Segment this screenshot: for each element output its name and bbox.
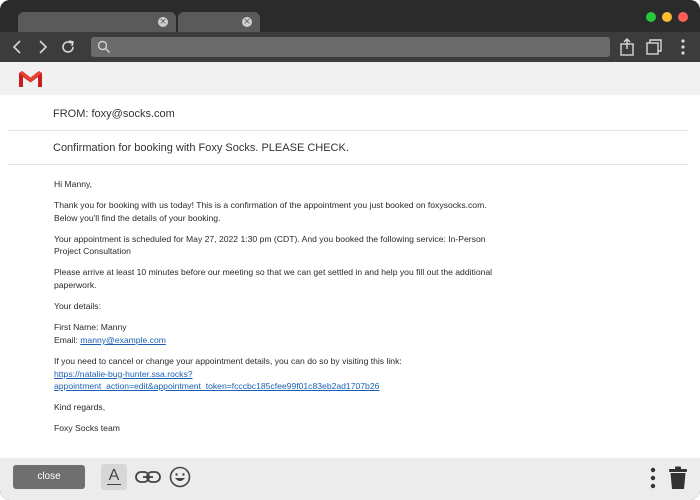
link-icon[interactable]	[134, 466, 162, 488]
email-address-link[interactable]: manny@example.com	[80, 335, 166, 345]
email-view: FROM: foxy@socks.com Confirmation for bo…	[0, 95, 700, 458]
forward-icon[interactable]	[32, 37, 52, 57]
tab-close-icon[interactable]: ×	[242, 17, 252, 27]
email-line: Email: manny@example.com	[54, 334, 502, 347]
back-icon[interactable]	[8, 37, 28, 57]
close-window-button[interactable]	[678, 12, 688, 22]
manage-appointment-link[interactable]: https://natalie-bug-hunter.ssa.rocks?	[54, 369, 193, 379]
compose-toolbar: close A	[0, 458, 700, 500]
browser-toolbar	[0, 32, 700, 62]
signoff: Kind regards,	[54, 402, 106, 413]
gmail-logo-icon[interactable]	[18, 70, 43, 88]
share-icon[interactable]	[617, 37, 637, 57]
body-paragraph: Thank you for booking with us today! Thi…	[54, 200, 487, 223]
browser-tab[interactable]: ×	[178, 12, 260, 32]
window-controls	[646, 12, 688, 22]
title-bar: × ×	[0, 0, 700, 32]
emoji-icon[interactable]	[169, 466, 191, 488]
close-button[interactable]: close	[13, 465, 85, 489]
format-text-icon: A	[108, 467, 120, 484]
first-name-line: First Name: Manny	[54, 322, 127, 333]
browser-window: × × FROM: foxy@socks.com Confirmation fo…	[0, 0, 700, 500]
reload-icon[interactable]	[58, 37, 78, 57]
body-paragraph: Your appointment is scheduled for May 27…	[54, 233, 486, 257]
search-icon	[97, 40, 111, 54]
browser-tab[interactable]: ×	[18, 12, 176, 32]
more-menu-icon[interactable]	[673, 37, 693, 57]
mail-app-header	[0, 62, 700, 95]
address-bar[interactable]	[91, 37, 610, 57]
tab-close-icon[interactable]: ×	[158, 17, 168, 27]
more-options-icon[interactable]	[645, 466, 661, 490]
signature: Foxy Socks team	[54, 423, 120, 434]
greeting: Hi Manny,	[54, 179, 93, 189]
minimize-button[interactable]	[662, 12, 672, 22]
link-paragraph: If you need to cancel or change your app…	[54, 355, 502, 393]
details-heading: Your details:	[54, 301, 101, 312]
text-format-button[interactable]: A	[101, 464, 127, 490]
tabs-overview-icon[interactable]	[644, 37, 664, 57]
trash-icon[interactable]	[667, 466, 689, 490]
manage-appointment-link-cont[interactable]: appointment_action=edit&appointment_toke…	[54, 381, 379, 391]
underline-bar	[107, 483, 121, 485]
email-from: FROM: foxy@socks.com	[8, 97, 688, 131]
body-paragraph: Please arrive at least 10 minutes before…	[54, 267, 493, 291]
email-subject: Confirmation for booking with Foxy Socks…	[8, 131, 688, 165]
link-intro: If you need to cancel or change your app…	[54, 355, 402, 366]
email-label: Email:	[54, 334, 81, 345]
maximize-button[interactable]	[646, 12, 656, 22]
email-body: Hi Manny, Thank you for booking with us …	[54, 178, 502, 443]
